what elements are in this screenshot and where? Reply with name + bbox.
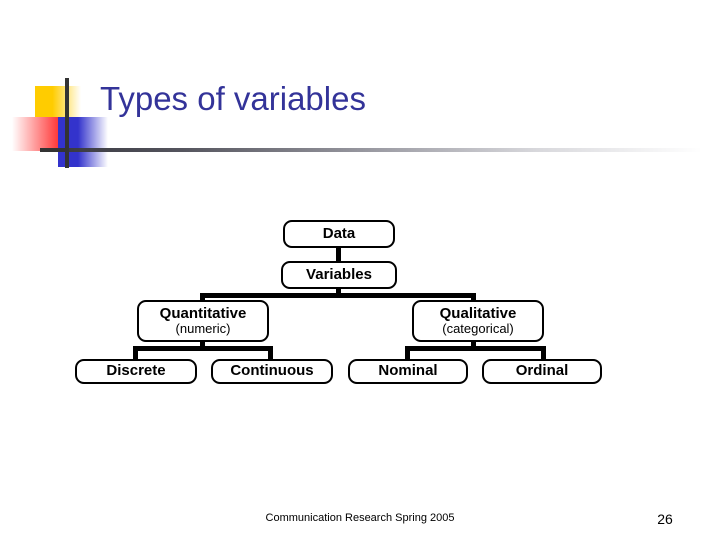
- node-continuous-label: Continuous: [230, 362, 314, 380]
- node-nominal: Nominal: [348, 359, 468, 384]
- node-discrete-label: Discrete: [106, 362, 166, 380]
- edge-qualitative-split-bar: [405, 346, 546, 351]
- node-variables: Variables: [281, 261, 397, 289]
- node-data-label: Data: [322, 224, 356, 242]
- node-quantitative-label: Quantitative: [159, 304, 247, 322]
- edge-data-to-variables: [336, 247, 341, 262]
- node-qualitative-label: Qualitative: [439, 304, 517, 322]
- node-qualitative: Qualitative (categorical): [412, 300, 544, 342]
- node-variables-label: Variables: [306, 265, 372, 283]
- edge-quantitative-split-bar: [133, 346, 273, 351]
- edge-variables-split-bar: [200, 293, 476, 298]
- footer-text: Communication Research Spring 2005: [265, 512, 455, 524]
- node-data: Data: [283, 220, 395, 248]
- node-quantitative-sublabel: (numeric): [175, 321, 231, 337]
- node-ordinal: Ordinal: [482, 359, 602, 384]
- node-continuous: Continuous: [211, 359, 333, 384]
- node-ordinal-label: Ordinal: [515, 362, 569, 380]
- footer-page-number: 26: [657, 511, 673, 527]
- node-nominal-label: Nominal: [378, 362, 438, 380]
- node-discrete: Discrete: [75, 359, 197, 384]
- variable-types-tree-diagram: Data Variables Quantitative (numeric) Qu…: [0, 0, 720, 540]
- node-quantitative: Quantitative (numeric): [137, 300, 269, 342]
- node-qualitative-sublabel: (categorical): [442, 321, 514, 337]
- edge-to-ordinal: [541, 346, 546, 360]
- edge-to-nominal: [405, 346, 410, 360]
- edge-to-continuous: [268, 346, 273, 360]
- edge-to-discrete: [133, 346, 138, 360]
